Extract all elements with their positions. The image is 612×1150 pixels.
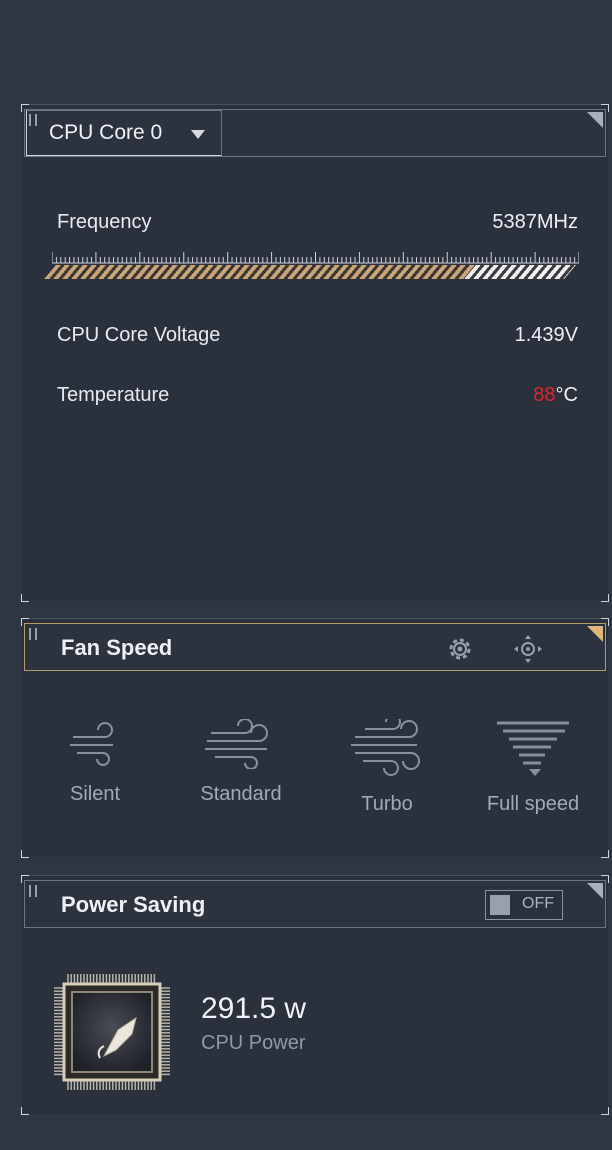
frequency-tick-scale — [52, 252, 579, 264]
gear-icon[interactable] — [445, 634, 475, 664]
corner-bottom-left — [21, 594, 29, 602]
wind-light-icon — [70, 722, 113, 766]
voltage-value: 1.439V — [514, 324, 578, 346]
corner-triangle-icon — [587, 112, 603, 128]
toggle-label: OFF — [522, 895, 554, 912]
cpu-core-select-value: CPU Core 0 — [49, 121, 163, 144]
cpu-chip-icon — [54, 974, 170, 1090]
frequency-label: Frequency — [57, 211, 152, 233]
fan-mode-label: Silent — [69, 783, 121, 805]
wind-strong-icon — [351, 719, 420, 776]
cpu-power-label: CPU Power — [201, 1032, 306, 1054]
corner-bottom-left — [21, 1107, 29, 1115]
voltage-row: CPU Core Voltage 1.439V — [57, 324, 578, 347]
move-icon[interactable] — [512, 634, 544, 664]
frequency-bar — [44, 265, 576, 279]
cpu-core-select[interactable]: CPU Core 0 — [26, 110, 222, 156]
power-panel: Power Saving OFF 291.5 w CPU Power — [21, 875, 609, 1115]
toggle-knob — [490, 895, 510, 915]
temperature-number: 88 — [533, 384, 556, 406]
corner-bottom-right — [601, 1107, 609, 1115]
temperature-row: Temperature 88°C — [57, 384, 578, 407]
power-title: Power Saving — [61, 892, 206, 917]
voltage-label: CPU Core Voltage — [57, 324, 221, 346]
fan-mode-list: Silent Standard Turbo Full speed — [22, 719, 608, 816]
fan-mode-silent[interactable]: Silent — [22, 719, 168, 816]
fan-mode-full-speed[interactable]: Full speed — [460, 719, 606, 816]
fan-mode-turbo[interactable]: Turbo — [314, 719, 460, 816]
grip-icon — [29, 885, 37, 897]
fan-mode-label: Turbo — [361, 793, 413, 815]
temperature-value: 88°C — [533, 384, 578, 407]
tornado-icon — [497, 721, 569, 776]
power-header-bar: Power Saving OFF — [24, 880, 606, 928]
frequency-row: Frequency 5387MHz — [57, 211, 578, 234]
grip-icon — [29, 628, 37, 640]
temperature-unit: °C — [555, 384, 578, 406]
corner-triangle-icon — [587, 883, 603, 899]
corner-triangle-icon — [587, 626, 603, 642]
fan-mode-label: Standard — [200, 783, 282, 805]
power-saving-toggle[interactable]: OFF — [485, 890, 563, 920]
fan-title: Fan Speed — [61, 635, 173, 660]
fan-header-bar: Fan Speed — [24, 623, 606, 671]
wind-medium-icon — [205, 719, 268, 769]
corner-bottom-right — [601, 850, 609, 858]
fan-panel: Fan Speed Silent Standard Turbo Full spe… — [21, 618, 609, 858]
temperature-label: Temperature — [57, 384, 170, 406]
fan-mode-label: Full speed — [486, 793, 580, 815]
frequency-value: 5387MHz — [492, 211, 578, 233]
fan-mode-standard[interactable]: Standard — [168, 719, 314, 816]
corner-bottom-right — [601, 594, 609, 602]
chevron-down-icon — [191, 130, 205, 139]
corner-bottom-left — [21, 850, 29, 858]
cpu-power-value: 291.5 w — [201, 992, 307, 1025]
cpu-panel: CPU Core 0 Frequency 5387MHz CPU Core Vo… — [21, 104, 609, 602]
